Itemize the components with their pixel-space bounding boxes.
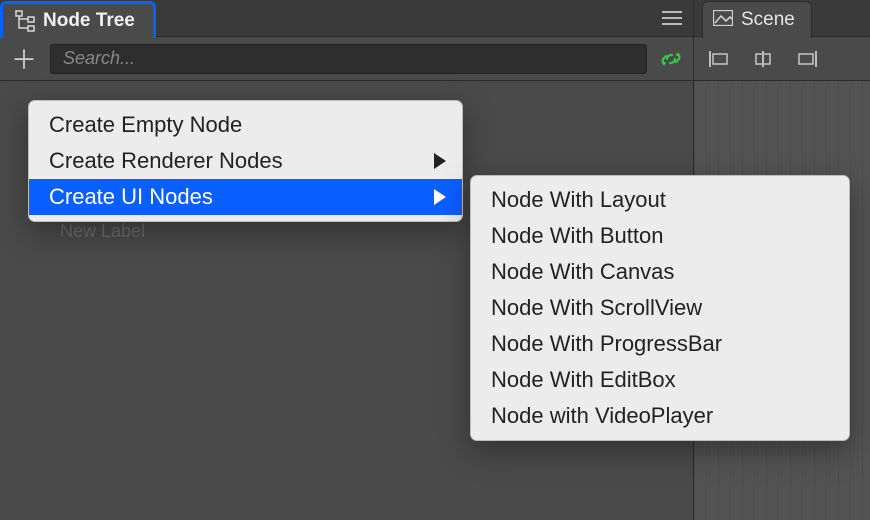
node-tree-tabbar: Node Tree [0, 0, 693, 37]
context-menu-create: Create Empty Node Create Renderer Nodes … [28, 100, 463, 222]
menu-item-create-ui-nodes[interactable]: Create UI Nodes [29, 179, 462, 215]
scene-tabbar: Scene [694, 0, 870, 37]
align-left-icon[interactable] [704, 44, 734, 74]
menu-item-create-renderer-nodes[interactable]: Create Renderer Nodes [29, 143, 462, 179]
search-input[interactable] [50, 44, 647, 74]
link-icon[interactable] [657, 45, 685, 73]
menu-item-label: Node with VideoPlayer [491, 403, 713, 429]
node-tree-toolbar: ＋ [0, 37, 693, 81]
menu-item-label: Node With ScrollView [491, 295, 702, 321]
submenu-item-progressbar[interactable]: Node With ProgressBar [471, 326, 849, 362]
add-node-button[interactable]: ＋ [8, 43, 40, 75]
tree-icon [15, 10, 35, 32]
submenu-item-button[interactable]: Node With Button [471, 218, 849, 254]
align-center-icon[interactable] [748, 44, 778, 74]
menu-item-label: Node With Canvas [491, 259, 674, 285]
node-tree-tab-title: Node Tree [43, 10, 135, 32]
image-icon [713, 10, 733, 31]
menu-item-label: Node With Button [491, 223, 663, 249]
node-tree-tab[interactable]: Node Tree [0, 1, 156, 38]
scene-toolbar [694, 37, 870, 81]
workspace: Node Tree ＋ New Label [0, 0, 870, 520]
panel-menu-button[interactable] [659, 5, 685, 31]
submenu-item-layout[interactable]: Node With Layout [471, 182, 849, 218]
ghost-list-item: New Label [60, 221, 145, 242]
menu-item-create-empty-node[interactable]: Create Empty Node [29, 107, 462, 143]
scene-tab[interactable]: Scene [702, 1, 812, 38]
submenu-item-scrollview[interactable]: Node With ScrollView [471, 290, 849, 326]
submenu-item-canvas[interactable]: Node With Canvas [471, 254, 849, 290]
menu-item-label: Create Renderer Nodes [49, 148, 283, 174]
context-menu-ui-nodes: Node With Layout Node With Button Node W… [470, 175, 850, 441]
submenu-item-editbox[interactable]: Node With EditBox [471, 362, 849, 398]
scene-tab-title: Scene [741, 9, 795, 31]
menu-item-label: Create UI Nodes [49, 184, 213, 210]
menu-item-label: Node With EditBox [491, 367, 676, 393]
menu-item-label: Create Empty Node [49, 112, 242, 138]
menu-item-label: Node With Layout [491, 187, 666, 213]
align-right-icon[interactable] [792, 44, 822, 74]
submenu-item-videoplayer[interactable]: Node with VideoPlayer [471, 398, 849, 434]
menu-item-label: Node With ProgressBar [491, 331, 722, 357]
